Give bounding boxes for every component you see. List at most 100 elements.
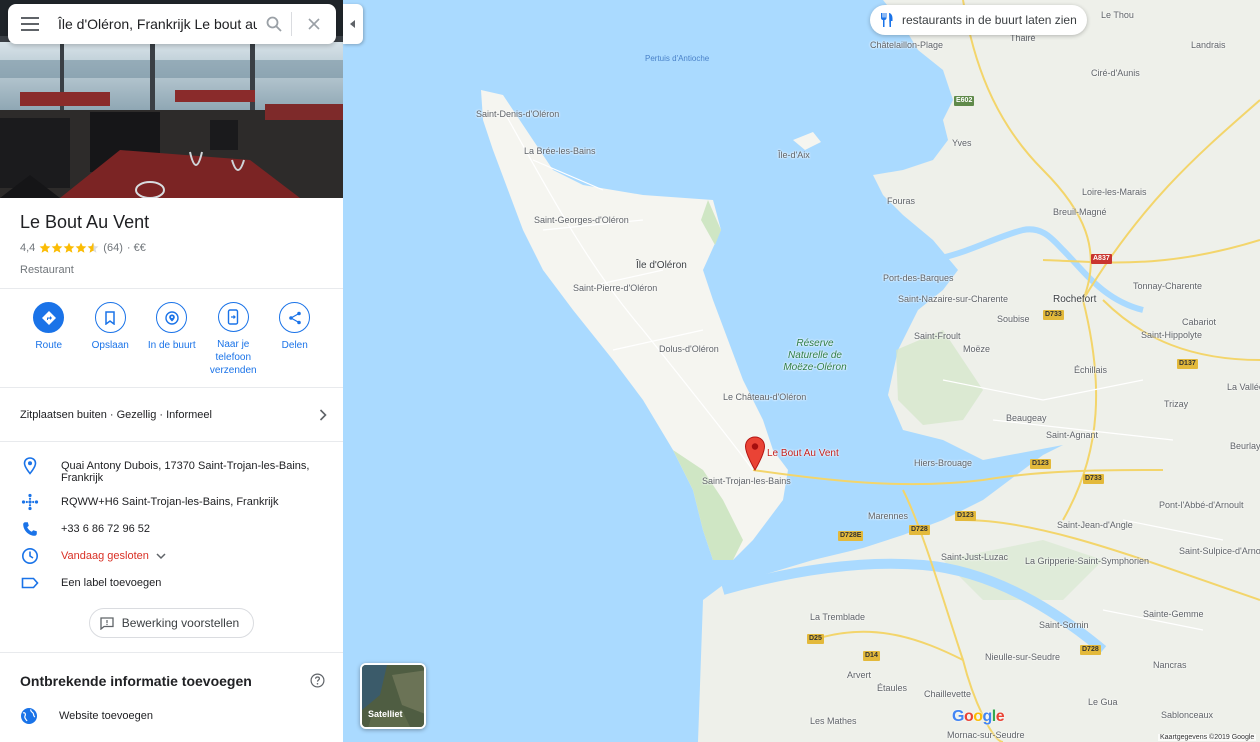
search-box[interactable]: Île d'Oléron, Frankrijk Le bout au: [8, 4, 336, 44]
map-label[interactable]: Loire-les-Marais: [1082, 187, 1147, 197]
map-label[interactable]: Les Mathes: [810, 716, 857, 726]
map-label[interactable]: Beaugeay: [1006, 413, 1047, 423]
map-canvas[interactable]: Le Thou Thairé Landrais Châtelaillon-Pla…: [343, 0, 1260, 742]
suggest-edit-button[interactable]: Bewerking voorstellen: [88, 608, 255, 638]
map-label[interactable]: Saint-Nazaire-sur-Charente: [898, 294, 1008, 304]
place-header: Le Bout Au Vent 4,4 (64) · €€ Restaurant: [0, 198, 343, 288]
map-label[interactable]: Landrais: [1191, 40, 1226, 50]
map-label[interactable]: Sainte-Gemme: [1143, 609, 1204, 619]
map-label[interactable]: Cabariot: [1182, 317, 1216, 327]
map-label[interactable]: Nieulle-sur-Seudre: [985, 652, 1060, 662]
label-row[interactable]: Een label toevoegen: [0, 573, 343, 600]
reserve-label[interactable]: Réserve Naturelle de Moëze-Oléron: [775, 338, 855, 374]
road-shield: D728: [909, 525, 930, 535]
share-button[interactable]: Delen: [264, 302, 326, 377]
action-bar: Route Opslaan In de buurt Naar je telefo…: [0, 289, 343, 387]
rating-stars[interactable]: [39, 242, 99, 254]
map-label[interactable]: Saint-Jean-d'Angle: [1057, 520, 1133, 530]
map-label[interactable]: Saint-Denis-d'Oléron: [476, 109, 559, 119]
map-label[interactable]: La Gripperie-Saint-Symphorien: [1025, 556, 1149, 566]
map-label[interactable]: Moëze: [963, 344, 990, 354]
map-label[interactable]: Soubise: [997, 314, 1030, 324]
map-label[interactable]: Saint-Sornin: [1039, 620, 1089, 630]
map-label[interactable]: Port-des-Barques: [883, 273, 954, 283]
price-level: · €€: [126, 242, 146, 254]
attributes-row[interactable]: Zitplaatsen buiten · Gezellig · Informee…: [0, 388, 343, 441]
suggest-edit-label: Bewerking voorstellen: [121, 616, 240, 630]
map-label[interactable]: Saint-Froult: [914, 331, 961, 341]
map-label[interactable]: Marennes: [868, 511, 908, 521]
road-shield: D728E: [838, 531, 864, 541]
map-label[interactable]: Le Gua: [1088, 697, 1118, 707]
route-button[interactable]: Route: [18, 302, 80, 377]
map-label[interactable]: Fouras: [887, 196, 915, 206]
missing-info-title: Ontbrekende informatie toevoegen: [20, 672, 252, 689]
city-label[interactable]: Rochefort: [1053, 294, 1096, 305]
place-marker-icon[interactable]: [744, 436, 766, 472]
action-label: Delen: [281, 340, 308, 351]
map-label[interactable]: Trizay: [1164, 399, 1188, 409]
map-label[interactable]: Le Thou: [1101, 10, 1134, 20]
save-button[interactable]: Opslaan: [80, 302, 142, 377]
address-row[interactable]: Quai Antony Dubois, 17370 Saint-Trojan-l…: [0, 456, 343, 492]
map-label[interactable]: Yves: [952, 138, 972, 148]
island-label[interactable]: Île d'Oléron: [636, 260, 687, 271]
map-label[interactable]: La Tremblade: [810, 612, 865, 622]
hours-text: Vandaag gesloten: [61, 550, 149, 562]
rating-value: 4,4: [20, 242, 36, 254]
add-website-row[interactable]: Website toevoegen: [0, 693, 343, 725]
map-label[interactable]: Mornac-sur-Seudre: [947, 730, 1025, 740]
map-label[interactable]: Saint-Hippolyte: [1141, 330, 1202, 340]
search-input[interactable]: Île d'Oléron, Frankrijk Le bout au: [52, 16, 257, 32]
map-label[interactable]: Le Château-d'Oléron: [723, 392, 806, 402]
phone-row[interactable]: +33 6 86 72 96 52: [0, 519, 343, 546]
map-label[interactable]: Chaillevette: [924, 689, 971, 699]
map-label[interactable]: Saint-Pierre-d'Oléron: [573, 283, 657, 293]
marker-label[interactable]: Le Bout Au Vent: [767, 448, 839, 459]
map-label[interactable]: Saint-Just-Luzac: [941, 552, 1008, 562]
map-label[interactable]: Arvert: [847, 670, 871, 680]
map-label[interactable]: Châtelaillon-Plage: [870, 40, 943, 50]
map-label[interactable]: Saint-Agnant: [1046, 430, 1098, 440]
label-icon: [20, 573, 40, 593]
search-icon[interactable]: [257, 4, 291, 44]
map-label[interactable]: Sablonceaux: [1161, 710, 1213, 720]
map-label[interactable]: Breuil-Magné: [1053, 207, 1107, 217]
map-label[interactable]: La Vallée: [1227, 382, 1260, 392]
hours-row[interactable]: Vandaag gesloten: [0, 546, 343, 573]
map-label[interactable]: Île-d'Aix: [778, 150, 810, 160]
road-shield: D733: [1083, 474, 1104, 484]
map-label[interactable]: La Brée-les-Bains: [524, 146, 596, 156]
nearby-button[interactable]: In de buurt: [141, 302, 203, 377]
place-category[interactable]: Restaurant: [20, 264, 323, 276]
chevron-down-icon[interactable]: [156, 553, 166, 560]
map-label[interactable]: Saint-Trojan-les-Bains: [702, 476, 791, 486]
half-star-icon: [87, 242, 99, 253]
collapse-panel-button[interactable]: [343, 4, 363, 44]
satellite-toggle[interactable]: Satelliet: [360, 663, 426, 729]
send-to-phone-button[interactable]: Naar je telefoon verzenden: [203, 302, 265, 377]
map-label[interactable]: Saint-Sulpice-d'Arnoult: [1179, 546, 1260, 556]
menu-icon[interactable]: [8, 4, 52, 44]
map-label[interactable]: Hiers-Brouage: [914, 458, 972, 468]
review-count[interactable]: (64): [103, 242, 123, 254]
rating-row: 4,4 (64) · €€: [20, 242, 323, 254]
map-label[interactable]: Échillais: [1074, 365, 1107, 375]
map-label[interactable]: Nancras: [1153, 660, 1187, 670]
nearby-restaurants-chip[interactable]: restaurants in de buurt laten zien: [870, 5, 1087, 35]
map-label[interactable]: Étaules: [877, 683, 907, 693]
map-attribution[interactable]: Kaartgegevens ©2019 Google: [1158, 734, 1257, 741]
clock-icon: [20, 546, 40, 566]
star-icon: [51, 242, 63, 253]
phone-text: +33 6 86 72 96 52: [61, 523, 150, 535]
map-label[interactable]: Saint-Georges-d'Oléron: [534, 215, 629, 225]
map-label[interactable]: Pont-l'Abbé-d'Arnoult: [1159, 500, 1244, 510]
map-label[interactable]: Tonnay-Charente: [1133, 281, 1202, 291]
close-icon[interactable]: [292, 4, 336, 44]
map-label[interactable]: Dolus-d'Oléron: [659, 344, 719, 354]
help-icon[interactable]: [310, 673, 325, 688]
map-label[interactable]: Ciré-d'Aunis: [1091, 68, 1140, 78]
chevron-right-icon: [319, 408, 327, 421]
plus-code-row[interactable]: RQWW+H6 Saint-Trojan-les-Bains, Frankrij…: [0, 492, 343, 519]
map-label[interactable]: Beurlay: [1230, 441, 1260, 451]
